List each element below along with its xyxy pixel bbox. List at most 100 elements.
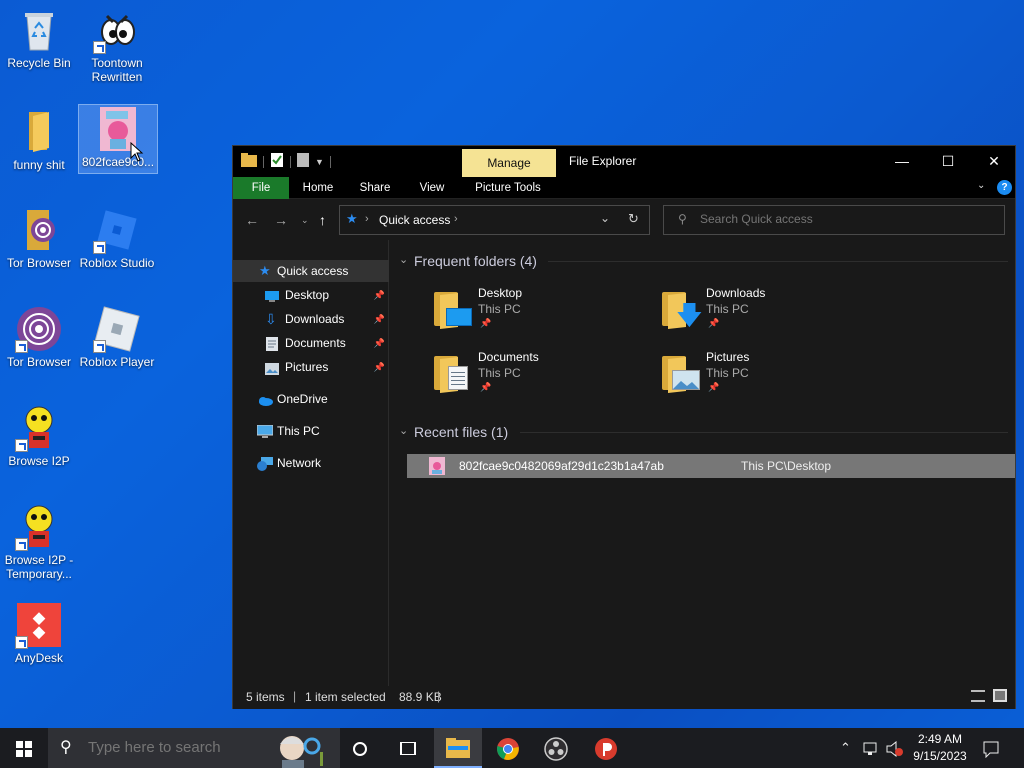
- desktop-icon-toontown[interactable]: Toontown Rewritten: [78, 6, 156, 84]
- address-dropdown-icon[interactable]: ⌄: [600, 211, 610, 225]
- title-bar[interactable]: ▼ Manage File Explorer — ☐ ✕: [233, 146, 1015, 177]
- i2p-icon: [15, 503, 63, 551]
- up-arrow-icon[interactable]: ↑: [319, 212, 326, 228]
- sidebar-item-label: This PC: [277, 424, 320, 438]
- address-bar[interactable]: ★ › Quick access › ⌄ ↻: [339, 205, 650, 235]
- desktop-icon-funny-shit-folder[interactable]: funny shit: [0, 108, 78, 172]
- customize-dropdown-icon[interactable]: ▼: [315, 157, 324, 167]
- desktop-icon-tor-browser[interactable]: Tor Browser: [0, 305, 78, 369]
- tor-browser-icon: [15, 305, 63, 353]
- desktop-icon-recycle-bin[interactable]: Recycle Bin: [0, 6, 78, 70]
- sidebar-item-network[interactable]: Network: [233, 452, 389, 474]
- search-input[interactable]: [700, 212, 990, 226]
- recent-files-header[interactable]: Recent files (1): [414, 424, 508, 440]
- content-pane: ⌄ Frequent folders (4) Desktop This PC 📌…: [390, 240, 1015, 686]
- start-button[interactable]: [0, 728, 48, 768]
- recent-locations-dropdown-icon[interactable]: ⌄: [301, 215, 309, 226]
- sidebar-item-desktop[interactable]: Desktop 📌: [233, 284, 389, 306]
- divider: [520, 432, 1008, 433]
- sidebar-item-label: Downloads: [285, 312, 345, 326]
- taskbar-search-input[interactable]: [88, 739, 288, 756]
- window-title: File Explorer: [569, 154, 637, 168]
- refresh-icon[interactable]: ↻: [628, 211, 639, 227]
- folder-tile-pictures[interactable]: Pictures This PC 📌: [660, 348, 880, 404]
- sidebar-item-onedrive[interactable]: OneDrive: [233, 388, 389, 410]
- desktop-icon-roblox-studio[interactable]: Roblox Studio: [78, 206, 156, 270]
- maximize-button[interactable]: ☐: [925, 146, 971, 177]
- network-status-icon[interactable]: [862, 728, 880, 768]
- taskbar-chrome[interactable]: [484, 728, 532, 768]
- folder-name: Documents: [478, 350, 539, 364]
- large-icons-view-icon[interactable]: [993, 689, 1007, 702]
- expand-ribbon-icon[interactable]: ⌄: [977, 180, 985, 191]
- sidebar-item-downloads[interactable]: ⇩ Downloads 📌: [233, 308, 389, 330]
- file-explorer-window[interactable]: ▼ Manage File Explorer — ☐ ✕ File Home S…: [232, 145, 1016, 709]
- desktop-icon-label: Roblox Player: [79, 355, 155, 369]
- show-hidden-icons-chevron-icon[interactable]: ⌃: [840, 728, 851, 768]
- notifications-icon[interactable]: [982, 728, 1000, 768]
- tab-view[interactable]: View: [409, 177, 455, 199]
- shortcut-arrow-icon: [93, 41, 106, 54]
- close-button[interactable]: ✕: [971, 146, 1017, 177]
- sidebar-item-quick-access[interactable]: ★ Quick access: [233, 260, 389, 282]
- recent-file-row[interactable]: 802fcae9c0482069af29d1c23b1a47ab This PC…: [407, 454, 1015, 478]
- minimize-button[interactable]: —: [879, 146, 925, 177]
- recent-file-name: 802fcae9c0482069af29d1c23b1a47ab: [459, 459, 664, 473]
- folder-small-icon: [241, 153, 257, 170]
- sidebar-item-pictures[interactable]: Pictures 📌: [233, 356, 389, 378]
- quick-access-star-icon: ★: [346, 211, 358, 226]
- sidebar-item-this-pc[interactable]: This PC: [233, 420, 389, 442]
- taskbar-psiphon[interactable]: [582, 728, 630, 768]
- tab-share[interactable]: Share: [352, 177, 398, 199]
- quick-access-star-icon: ★: [259, 263, 271, 278]
- folder-tile-documents[interactable]: Documents This PC 📌: [432, 348, 652, 404]
- desktop-icon-label: Roblox Studio: [79, 256, 155, 270]
- tab-picture-tools[interactable]: Picture Tools: [468, 177, 548, 199]
- folder-tile-downloads[interactable]: 🡇 Downloads This PC 📌: [660, 284, 880, 340]
- desktop-icon-anydesk[interactable]: AnyDesk: [0, 601, 78, 665]
- tab-home[interactable]: Home: [295, 177, 341, 199]
- task-view-button[interactable]: [384, 728, 432, 768]
- properties-icon[interactable]: [270, 153, 284, 170]
- breadcrumb-chevron-icon[interactable]: ›: [454, 213, 458, 225]
- pictures-icon: [265, 360, 279, 375]
- pin-icon: 📌: [480, 318, 492, 328]
- collapse-chevron-icon[interactable]: ⌄: [399, 424, 408, 437]
- system-clock[interactable]: 2:49 AM 9/15/2023: [904, 731, 976, 765]
- desktop-icon-browse-i2p-temporary[interactable]: Browse I2P - Temporary...: [0, 503, 78, 581]
- tab-file[interactable]: File: [233, 177, 289, 199]
- taskbar-search-box[interactable]: ⚲: [48, 728, 340, 768]
- tor-folder-icon: [15, 206, 63, 254]
- shortcut-arrow-icon: [15, 340, 28, 353]
- forward-arrow-icon[interactable]: →: [274, 212, 288, 228]
- new-folder-icon[interactable]: [297, 153, 309, 170]
- help-icon[interactable]: ?: [997, 180, 1012, 195]
- search-icon: ⚲: [678, 212, 687, 226]
- breadcrumb-quick-access[interactable]: Quick access: [379, 213, 450, 227]
- shortcut-arrow-icon: [93, 340, 106, 353]
- folder-tile-desktop[interactable]: Desktop This PC 📌: [432, 284, 652, 340]
- sidebar-item-label: Desktop: [285, 288, 330, 302]
- taskbar-file-explorer[interactable]: [434, 728, 482, 768]
- selected-count: 1 item selected: [305, 690, 386, 704]
- clock-date: 9/15/2023: [913, 749, 967, 763]
- taskbar-obs[interactable]: [532, 728, 580, 768]
- pictures-folder-icon: [660, 352, 700, 393]
- tab-manage[interactable]: Manage: [462, 149, 556, 177]
- task-view-icon: [400, 742, 416, 756]
- cortana-button[interactable]: [336, 728, 384, 768]
- desktop-icon-image-file[interactable]: 802fcae9c0...: [78, 104, 158, 174]
- desktop-icon-browse-i2p[interactable]: Browse I2P: [0, 404, 78, 468]
- pin-icon: 📌: [373, 362, 385, 372]
- recent-file-location: This PC\Desktop: [741, 459, 832, 473]
- search-box[interactable]: ⚲: [663, 205, 1005, 235]
- separator: |: [437, 689, 441, 703]
- back-arrow-icon[interactable]: ←: [245, 212, 259, 228]
- details-view-icon[interactable]: [971, 690, 985, 702]
- collapse-chevron-icon[interactable]: ⌄: [399, 253, 408, 266]
- desktop-icon-roblox-player[interactable]: Roblox Player: [78, 305, 156, 369]
- frequent-folders-header[interactable]: Frequent folders (4): [414, 253, 537, 269]
- desktop-icon-tor-browser-folder[interactable]: Tor Browser: [0, 206, 78, 270]
- volume-muted-icon[interactable]: [886, 728, 904, 768]
- sidebar-item-documents[interactable]: Documents 📌: [233, 332, 389, 354]
